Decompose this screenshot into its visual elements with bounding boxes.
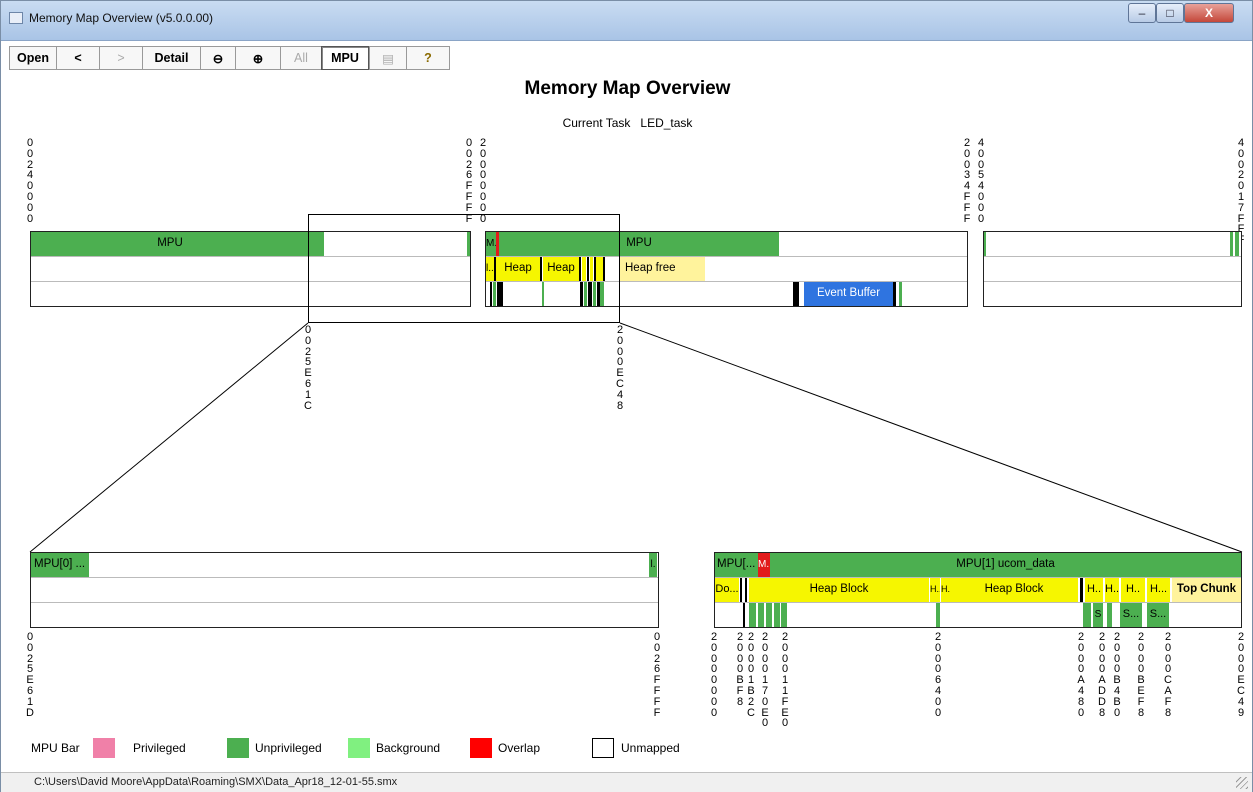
block-mark[interactable] [766, 603, 772, 627]
block-mark[interactable]: S [1093, 603, 1103, 627]
address-label: 2 0 0 0 E C 4 9 [1237, 631, 1245, 719]
legend-swatch-background [348, 738, 370, 758]
heap-segment[interactable]: H.. [1121, 578, 1145, 602]
address-label: 2 0 0 0 B 4 B 0 [1113, 631, 1121, 719]
mpu-segment[interactable]: MPU[... [715, 553, 758, 577]
block-mark[interactable] [743, 603, 745, 627]
address-label: 0 0 2 6 F F F F [653, 631, 661, 719]
heap-divider [1080, 578, 1083, 602]
address-label: 2 0 0 0 0 0 0 0 [710, 631, 718, 719]
heap-divider [740, 578, 742, 602]
address-label: 2 0 0 0 B F 8 [736, 631, 744, 708]
address-label: 0 0 2 5 E 6 1 D [26, 631, 34, 719]
legend-label: Privileged [133, 741, 186, 755]
status-bar: C:\Users\David Moore\AppData\Roaming\SMX… [1, 772, 1252, 792]
heap-segment[interactable]: H.. [1105, 578, 1119, 602]
block-mark[interactable] [758, 603, 764, 627]
address-label: 2 0 0 0 1 B 2 C [747, 631, 755, 719]
address-label: 2 0 0 0 1 1 F E 0 [781, 631, 789, 730]
heap-segment[interactable]: Heap Block [950, 578, 1078, 602]
legend-label: Unprivileged [255, 741, 322, 755]
legend-label: Unmapped [621, 741, 680, 755]
heap-row: Do... Heap Block H.. H.. Heap Block H.. … [715, 578, 1241, 603]
top-chunk-segment[interactable]: Top Chunk [1172, 578, 1241, 602]
address-label: 2 0 0 0 6 4 0 0 [934, 631, 942, 719]
legend-label: Overlap [498, 741, 541, 755]
legend-swatch-overlap [470, 738, 492, 758]
legend-swatch-unmapped [592, 738, 614, 758]
mpu-row: MPU[0] ... l. [31, 553, 658, 578]
legend-title: MPU Bar [31, 741, 80, 755]
detail-region-right[interactable]: MPU[... M.. MPU[1] ucom_data Do... Heap … [714, 552, 1242, 628]
block-row: S S... S... [715, 603, 1241, 627]
legend-swatch-unprivileged [227, 738, 249, 758]
block-mark[interactable]: S... [1147, 603, 1169, 627]
heap-segment[interactable]: Do... [715, 578, 739, 602]
mpu-segment[interactable]: MPU[1] ucom_data [770, 553, 1241, 577]
heap-segment[interactable]: H.. [930, 578, 940, 602]
heap-row [31, 578, 658, 603]
address-label: 2 0 0 0 B E F 8 [1137, 631, 1145, 719]
main-window: Memory Map Overview (v5.0.0.00) – □ X Op… [0, 0, 1253, 792]
zoom-projection-lines [29, 322, 1243, 553]
heap-segment[interactable]: H... [1147, 578, 1170, 602]
zoom-start-address: 0 0 2 5 E 6 1 C [304, 324, 312, 412]
heap-segment[interactable]: H.. [1085, 578, 1103, 602]
block-mark[interactable] [781, 603, 787, 627]
block-mark[interactable] [749, 603, 756, 627]
block-mark[interactable] [1083, 603, 1091, 627]
zoom-end-address: 2 0 0 0 E C 4 8 [616, 324, 624, 412]
block-mark[interactable] [936, 603, 940, 627]
address-label: 2 0 0 0 1 7 0 E 0 [761, 631, 769, 730]
heap-segment[interactable]: H.. [941, 578, 950, 602]
detail-region-left[interactable]: MPU[0] ... l. [30, 552, 659, 628]
heap-segment[interactable]: Heap Block [749, 578, 929, 602]
mpu-segment[interactable]: l. [649, 553, 657, 577]
overlap-segment[interactable]: M.. [758, 553, 770, 577]
mpu-segment[interactable]: MPU[0] ... [31, 553, 89, 577]
mpu-row: MPU[... M.. MPU[1] ucom_data [715, 553, 1241, 578]
legend-label: Background [376, 741, 441, 755]
address-label: 2 0 0 0 C A F 8 [1164, 631, 1172, 719]
block-row [31, 603, 658, 627]
status-file-path: C:\Users\David Moore\AppData\Roaming\SMX… [34, 776, 398, 788]
address-label: 2 0 0 0 A 4 8 0 [1077, 631, 1085, 719]
heap-divider [745, 578, 747, 602]
block-mark[interactable]: S... [1120, 603, 1142, 627]
block-mark[interactable] [1107, 603, 1112, 627]
block-mark[interactable] [774, 603, 780, 627]
address-label: 2 0 0 0 A D D 8 [1098, 631, 1106, 719]
resize-grip-icon[interactable] [1236, 777, 1248, 789]
legend-swatch-privileged [93, 738, 115, 758]
